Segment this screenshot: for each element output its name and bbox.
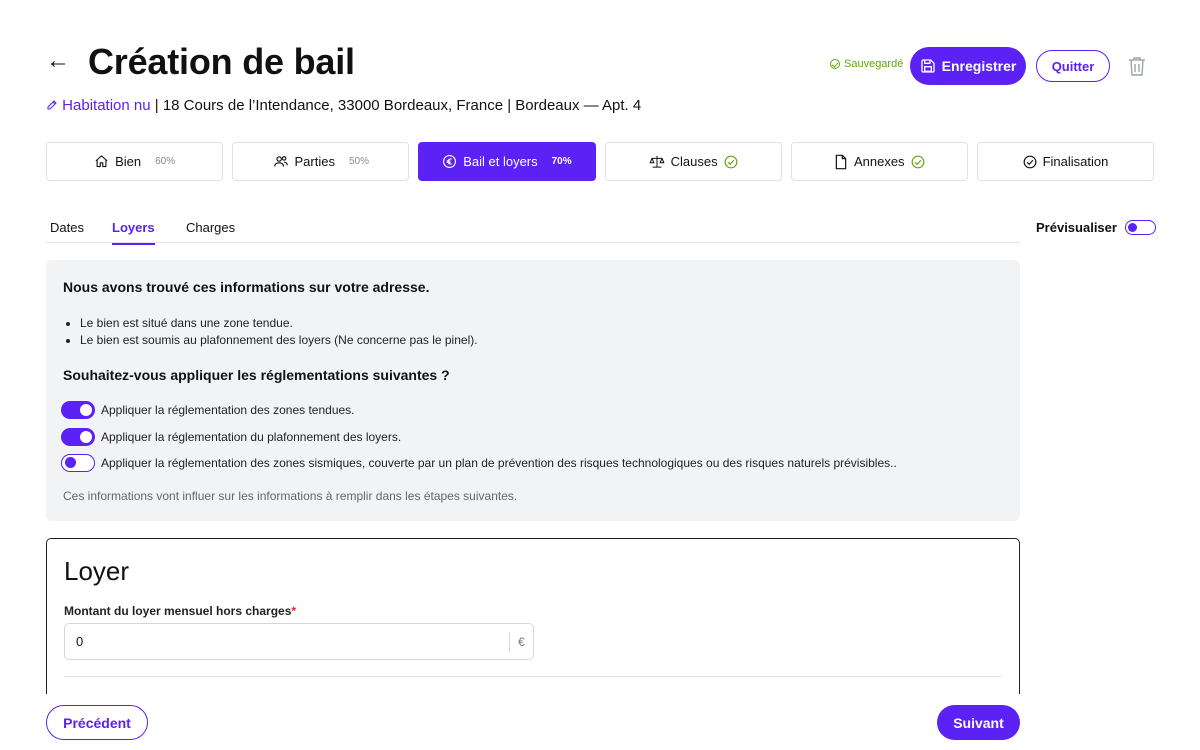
info-title: Nous avons trouvé ces informations sur v… bbox=[63, 279, 430, 295]
scale-icon bbox=[649, 155, 664, 168]
quit-button[interactable]: Quitter bbox=[1036, 50, 1110, 82]
divider bbox=[64, 676, 1002, 677]
section-title: Loyer bbox=[64, 556, 130, 586]
step-bien[interactable]: Bien 60% bbox=[46, 142, 224, 181]
preview-toggle-group: Prévisualiser bbox=[1036, 220, 1156, 235]
file-icon bbox=[835, 154, 847, 169]
check-circle-icon bbox=[830, 59, 840, 69]
step-clauses[interactable]: Clauses bbox=[604, 142, 782, 181]
check-circle-icon bbox=[1023, 155, 1036, 168]
step-navigation: Bien 60% Parties 50% Bail et loyers 70% … bbox=[46, 142, 1155, 181]
back-arrow-icon[interactable]: ← bbox=[46, 49, 74, 74]
floppy-disk-icon bbox=[920, 59, 935, 73]
saved-label: Sauvegardé bbox=[844, 58, 904, 70]
list-item: Le bien est situé dans une zone tendue. bbox=[80, 315, 478, 332]
toggle-label: Appliquer la réglementation du plafonnem… bbox=[101, 430, 402, 444]
step-label: Annexes bbox=[853, 154, 905, 169]
check-circle-icon bbox=[724, 155, 737, 168]
tab-charges[interactable]: Charges bbox=[186, 220, 235, 243]
plafonnement-toggle[interactable] bbox=[61, 428, 95, 446]
info-list: Le bien est situé dans une zone tendue. … bbox=[80, 315, 478, 349]
next-button[interactable]: Suivant bbox=[937, 705, 1020, 740]
property-address: | 18 Cours de l’Intendance, 33000 Bordea… bbox=[154, 97, 642, 114]
tab-dates[interactable]: Dates bbox=[50, 220, 84, 243]
regulation-row-zones-tendues: Appliquer la réglementation des zones te… bbox=[61, 401, 355, 419]
preview-toggle[interactable] bbox=[1124, 220, 1156, 235]
list-item: Le bien est soumis au plafonnement des l… bbox=[80, 332, 478, 349]
check-circle-icon bbox=[911, 155, 924, 168]
users-icon bbox=[273, 156, 288, 167]
rent-amount-label: Montant du loyer mensuel hors charges* bbox=[64, 604, 296, 618]
previous-button[interactable]: Précédent bbox=[46, 705, 148, 740]
toggle-label: Appliquer la réglementation des zones si… bbox=[101, 456, 897, 470]
tab-loyers[interactable]: Loyers bbox=[112, 220, 155, 245]
sub-tabs: Dates Loyers Charges bbox=[46, 212, 1020, 245]
edit-icon bbox=[47, 100, 57, 110]
regulation-row-plafonnement: Appliquer la réglementation du plafonnem… bbox=[61, 428, 401, 446]
footer-bar: Précédent Suivant bbox=[0, 694, 1200, 750]
preview-label: Prévisualiser bbox=[1036, 220, 1117, 235]
euro-unit: € bbox=[509, 632, 533, 652]
home-icon bbox=[95, 155, 108, 168]
info-note: Ces informations vont influer sur les in… bbox=[63, 489, 518, 503]
address-info-panel: Nous avons trouvé ces informations sur v… bbox=[46, 260, 1020, 521]
zones-tendues-toggle[interactable] bbox=[61, 401, 95, 419]
loyer-section: Loyer Montant du loyer mensuel hors char… bbox=[46, 538, 1020, 708]
lease-type-link[interactable]: Habitation nu bbox=[46, 97, 155, 114]
toggle-label: Appliquer la réglementation des zones te… bbox=[101, 403, 355, 417]
rent-amount-label-text: Montant du loyer mensuel hors charges bbox=[64, 604, 292, 618]
saved-status: Sauvegardé bbox=[830, 58, 903, 70]
trash-icon[interactable] bbox=[1128, 56, 1146, 76]
regulation-row-zones-sismiques: Appliquer la réglementation des zones si… bbox=[61, 454, 897, 472]
page-title: Création de bail bbox=[88, 41, 355, 82]
rent-amount-field: € bbox=[64, 623, 534, 660]
required-marker: * bbox=[291, 604, 297, 618]
step-label: Finalisation bbox=[1042, 154, 1109, 169]
page-header: ← Création de bail Sauvegardé Enregistre… bbox=[46, 40, 1154, 90]
step-finalisation[interactable]: Finalisation bbox=[976, 142, 1155, 181]
step-bail-et-loyers[interactable]: Bail et loyers 70% bbox=[418, 142, 596, 181]
step-parties[interactable]: Parties 50% bbox=[232, 142, 410, 181]
step-label: Parties bbox=[294, 154, 335, 169]
euro-icon bbox=[443, 155, 457, 168]
step-progress: 70% bbox=[551, 156, 572, 167]
save-button-label: Enregistrer bbox=[941, 58, 1017, 74]
step-label: Bien bbox=[115, 154, 142, 169]
zones-sismiques-toggle[interactable] bbox=[61, 454, 95, 472]
lease-type-label: Habitation nu bbox=[62, 97, 151, 114]
lease-subtitle: Habitation nu | 18 Cours de l’Intendance… bbox=[46, 97, 641, 114]
step-progress: 60% bbox=[155, 156, 176, 167]
step-label: Clauses bbox=[670, 154, 718, 169]
step-progress: 50% bbox=[348, 156, 369, 167]
regulation-question: Souhaitez-vous appliquer les réglementat… bbox=[63, 367, 450, 383]
step-annexes[interactable]: Annexes bbox=[790, 142, 968, 181]
step-label: Bail et loyers bbox=[463, 154, 538, 169]
save-button[interactable]: Enregistrer bbox=[910, 47, 1026, 85]
rent-amount-input[interactable] bbox=[76, 634, 496, 649]
